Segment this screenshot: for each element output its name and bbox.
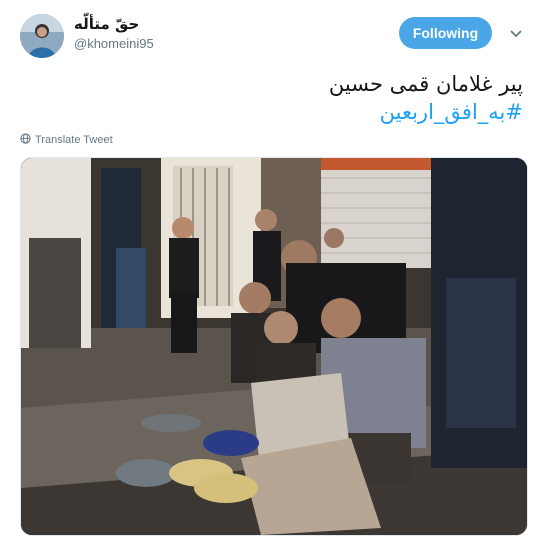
tweet-photo[interactable] (20, 157, 528, 536)
chevron-down-icon[interactable] (507, 27, 525, 41)
hashtag-link[interactable]: #به_افق_اربعین (43, 98, 523, 126)
following-button[interactable]: Following (399, 17, 492, 49)
globe-icon (20, 133, 31, 147)
translate-tweet-label: Translate Tweet (35, 134, 113, 146)
tweet-card: حقّ متألّه @khomeini95 Following پیر غلا… (0, 0, 550, 542)
tweet-text-line: پیر غلامان قمی حسین (328, 72, 523, 96)
display-name[interactable]: حقّ متألّه (74, 15, 139, 33)
avatar[interactable] (20, 14, 64, 58)
tweet-text: پیر غلامان قمی حسین #به_افق_اربعین (43, 70, 523, 126)
user-handle[interactable]: @khomeini95 (74, 36, 154, 51)
translate-tweet-link[interactable]: Translate Tweet (20, 133, 113, 147)
